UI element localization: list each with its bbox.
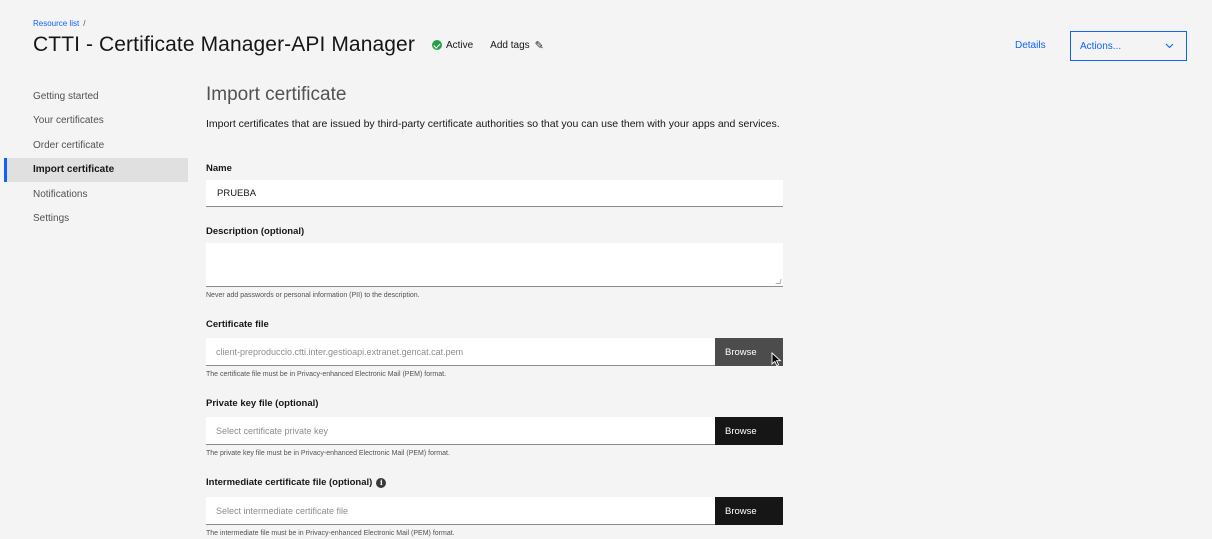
add-tags-button[interactable]: Add tags ✎: [490, 39, 544, 52]
status-label: Active: [445, 39, 474, 51]
certificate-file-label: Certificate file: [206, 319, 269, 330]
private-key-helper-text: The private key file must be in Privacy-…: [206, 450, 450, 457]
information-icon[interactable]: i: [376, 477, 387, 488]
sidebar-item-notifications[interactable]: Notifications: [4, 182, 188, 207]
intermediate-field[interactable]: Select intermediate certificate file: [206, 497, 715, 525]
breadcrumb-resource-list-link[interactable]: Resource list: [33, 19, 79, 28]
sidebar-item-import-certificate[interactable]: Import certificate: [4, 157, 188, 182]
certificate-browse-label: Browse: [725, 346, 757, 358]
resize-handle[interactable]: [775, 279, 782, 284]
checkmark-filled-icon: [431, 40, 442, 50]
intermediate-label-text: Intermediate certificate file (optional): [206, 477, 373, 488]
actions-dropdown[interactable]: Actions...: [1070, 31, 1187, 61]
private-key-field[interactable]: Select certificate private key: [206, 417, 715, 445]
intermediate-helper-text: The intermediate file must be in Privacy…: [206, 530, 455, 537]
description-label-text: Description (optional): [206, 226, 305, 237]
certificate-file-field[interactable]: client-preproduccio.ctti.inter.gestioapi…: [206, 338, 715, 366]
edit-icon: ✎: [534, 39, 544, 52]
title-row: CTTI - Certificate Manager-API Manager A…: [33, 33, 544, 57]
private-key-label: Private key file (optional): [206, 398, 318, 409]
description-helper-text: Never add passwords or personal informat…: [206, 292, 420, 299]
description-textarea[interactable]: [206, 243, 783, 287]
intermediate-row: Select intermediate certificate file Bro…: [206, 497, 783, 525]
mouse-pointer-icon: [771, 352, 782, 367]
sidebar-nav: Getting started Your certificates Order …: [4, 84, 188, 231]
certificate-file-row: client-preproduccio.ctti.inter.gestioapi…: [206, 338, 783, 367]
private-key-browse-button[interactable]: Browse: [715, 417, 783, 445]
sidebar-item-your-certificates[interactable]: Your certificates: [4, 109, 188, 134]
intermediate-label: Intermediate certificate file (optional)…: [206, 477, 387, 488]
certificate-file-label-text: Certificate file: [206, 319, 269, 330]
sidebar-item-order-certificate[interactable]: Order certificate: [4, 133, 188, 158]
breadcrumb: Resource list /: [33, 19, 85, 28]
certificate-file-helper-text: The certificate file must be in Privacy-…: [206, 371, 447, 378]
name-label-text: Name: [206, 163, 232, 174]
description-label: Description (optional): [206, 226, 304, 237]
sidebar-item-settings[interactable]: Settings: [4, 207, 188, 232]
private-key-browse-label: Browse: [725, 425, 757, 437]
intermediate-browse-button[interactable]: Browse: [715, 497, 783, 525]
section-description: Import certificates that are issued by t…: [206, 118, 780, 130]
chevron-down-icon: [1165, 43, 1174, 49]
certificate-browse-button[interactable]: Browse: [715, 338, 783, 367]
name-input-value: PRUEBA: [217, 187, 257, 199]
details-link[interactable]: Details: [1015, 40, 1046, 51]
section-title: Import certificate: [206, 84, 347, 105]
intermediate-browse-label: Browse: [725, 505, 757, 517]
private-key-label-text: Private key file (optional): [206, 398, 319, 409]
sidebar-item-getting-started[interactable]: Getting started: [4, 84, 188, 109]
page-title: CTTI - Certificate Manager-API Manager: [33, 33, 415, 56]
status-badge: Active: [431, 39, 474, 51]
private-key-row: Select certificate private key Browse: [206, 417, 783, 445]
actions-label: Actions...: [1080, 40, 1122, 52]
certificate-manager-page: Resource list / CTTI - Certificate Manag…: [0, 0, 1212, 539]
name-input[interactable]: PRUEBA: [206, 180, 783, 207]
breadcrumb-separator: /: [83, 19, 86, 28]
name-label: Name: [206, 163, 232, 174]
add-tags-label: Add tags: [490, 39, 530, 51]
